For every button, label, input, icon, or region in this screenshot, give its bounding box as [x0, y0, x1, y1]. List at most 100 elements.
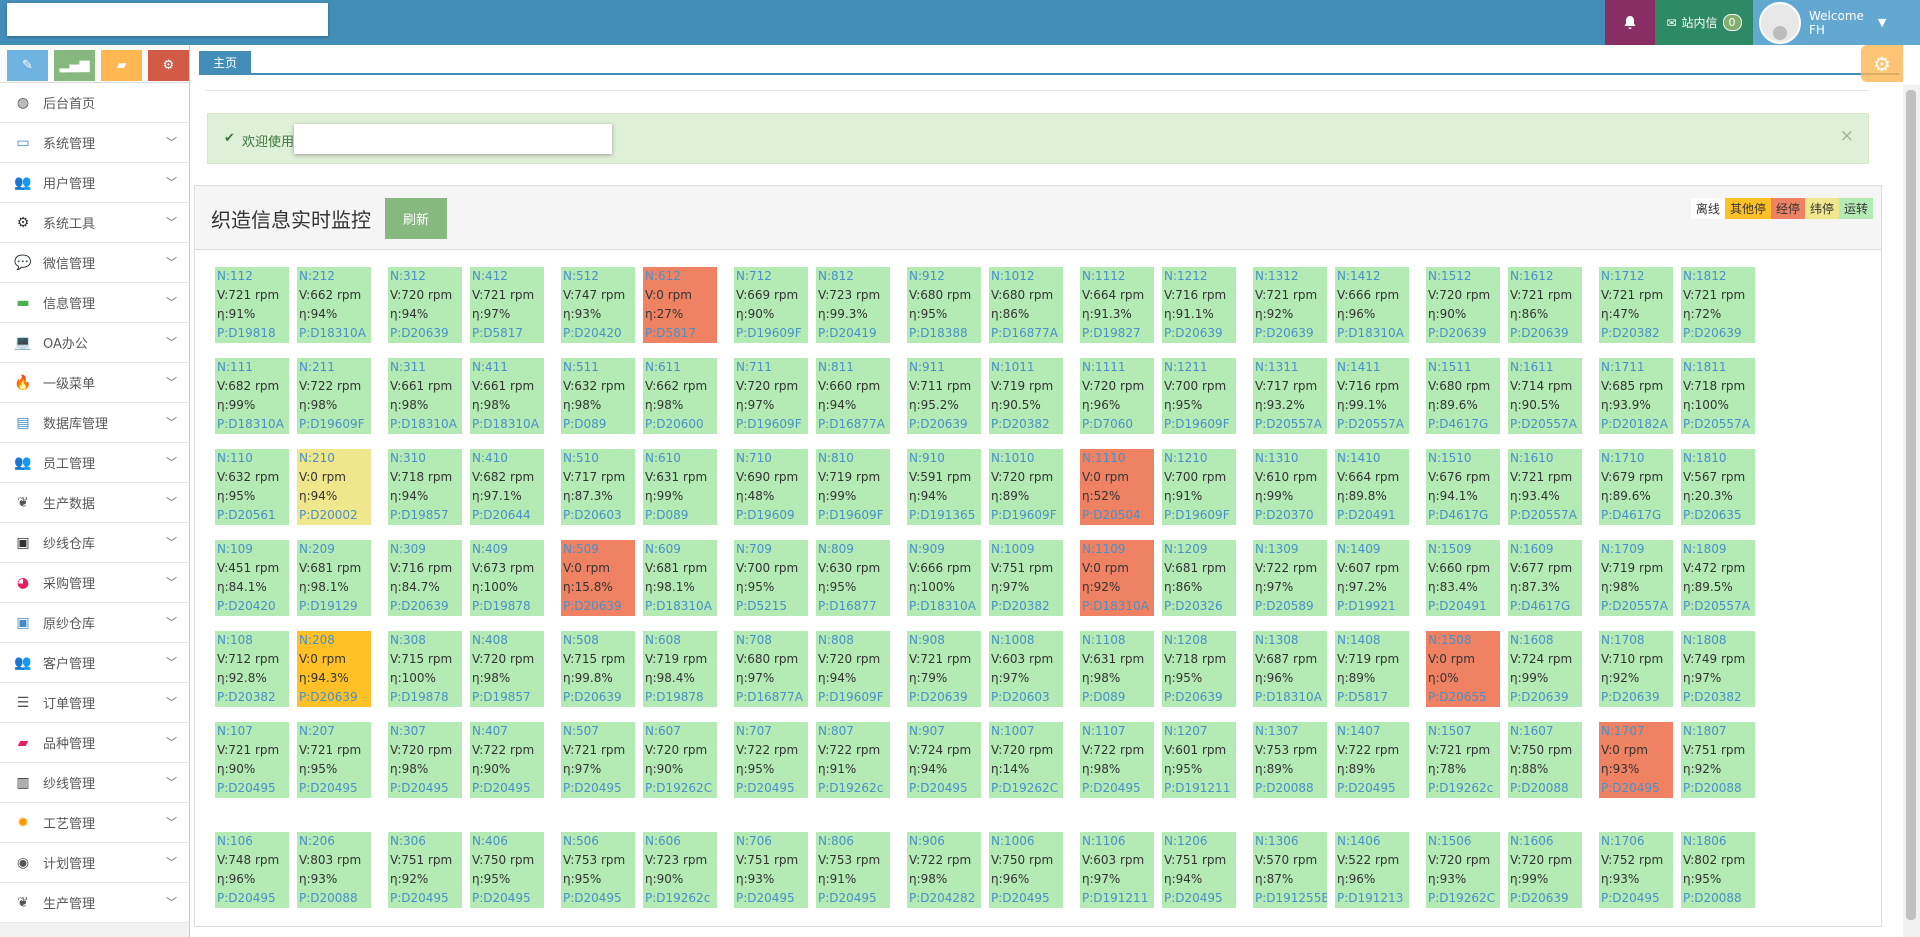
machine-cell[interactable]: N:1709 V:719 rpm η:98% P:D20557A [1599, 540, 1673, 616]
machine-cell[interactable]: N:1806 V:802 rpm η:95% P:D20088 [1681, 832, 1755, 908]
machine-cell[interactable]: N:1512 V:720 rpm η:90% P:D20639 [1426, 267, 1500, 343]
machine-cell[interactable]: N:708 V:680 rpm η:97% P:D16877A [734, 631, 808, 707]
machine-cell[interactable]: N:611 V:662 rpm η:98% P:D20600 [643, 358, 717, 434]
machine-cell[interactable]: N:906 V:722 rpm η:98% P:D204282 [907, 832, 981, 908]
machine-cell[interactable]: N:1708 V:710 rpm η:92% P:D20639 [1599, 631, 1673, 707]
sidebar-item[interactable]: ▬ 信息管理 ﹀ [0, 283, 189, 323]
sidebar-item[interactable]: 👥 员工管理 ﹀ [0, 443, 189, 483]
machine-cell[interactable]: N:1611 V:714 rpm η:90.5% P:D20557A [1508, 358, 1582, 434]
machine-cell[interactable]: N:407 V:722 rpm η:90% P:D20495 [470, 722, 544, 798]
machine-cell[interactable]: N:206 V:803 rpm η:93% P:D20088 [297, 832, 371, 908]
machine-cell[interactable]: N:1507 V:721 rpm η:78% P:D19262c [1426, 722, 1500, 798]
machine-cell[interactable]: N:307 V:720 rpm η:98% P:D20495 [388, 722, 462, 798]
machine-cell[interactable]: N:1109 V:0 rpm η:92% P:D18310A [1080, 540, 1154, 616]
machine-cell[interactable]: N:412 V:721 rpm η:97% P:D5817 [470, 267, 544, 343]
machine-cell[interactable]: N:811 V:660 rpm η:94% P:D16877A [816, 358, 890, 434]
machine-cell[interactable]: N:111 V:682 rpm η:99% P:D18310A [215, 358, 289, 434]
machine-cell[interactable]: N:910 V:591 rpm η:94% P:D191365 [907, 449, 981, 525]
machine-cell[interactable]: N:1009 V:751 rpm η:97% P:D20382 [989, 540, 1063, 616]
tab-home[interactable]: 主页 [199, 51, 251, 73]
machine-cell[interactable]: N:1211 V:700 rpm η:95% P:D19609F [1162, 358, 1236, 434]
machine-cell[interactable]: N:410 V:682 rpm η:97.1% P:D20644 [470, 449, 544, 525]
machine-cell[interactable]: N:508 V:715 rpm η:99.8% P:D20639 [561, 631, 635, 707]
machine-cell[interactable]: N:1506 V:720 rpm η:93% P:D19262C [1426, 832, 1500, 908]
machine-cell[interactable]: N:1807 V:751 rpm η:92% P:D20088 [1681, 722, 1755, 798]
machine-cell[interactable]: N:1410 V:664 rpm η:89.8% P:D20491 [1335, 449, 1409, 525]
scrollbar-thumb[interactable] [1906, 90, 1916, 920]
machine-cell[interactable]: N:709 V:700 rpm η:95% P:D5215 [734, 540, 808, 616]
machine-cell[interactable]: N:812 V:723 rpm η:99.3% P:D20419 [816, 267, 890, 343]
machine-cell[interactable]: N:1408 V:719 rpm η:89% P:D5817 [1335, 631, 1409, 707]
machine-cell[interactable]: N:112 V:721 rpm η:91% P:D19818 [215, 267, 289, 343]
machine-cell[interactable]: N:312 V:720 rpm η:94% P:D20639 [388, 267, 462, 343]
machine-cell[interactable]: N:1606 V:720 rpm η:99% P:D20639 [1508, 832, 1582, 908]
machine-cell[interactable]: N:211 V:722 rpm η:98% P:D19609F [297, 358, 371, 434]
machine-cell[interactable]: N:610 V:631 rpm η:99% P:D089 [643, 449, 717, 525]
machine-cell[interactable]: N:1108 V:631 rpm η:98% P:D089 [1080, 631, 1154, 707]
machine-cell[interactable]: N:308 V:715 rpm η:100% P:D19878 [388, 631, 462, 707]
shortcut-cogs-button[interactable]: ⚙ [148, 50, 189, 81]
machine-cell[interactable]: N:506 V:753 rpm η:95% P:D20495 [561, 832, 635, 908]
machine-cell[interactable]: N:607 V:720 rpm η:90% P:D19262C [643, 722, 717, 798]
machine-cell[interactable]: N:1811 V:718 rpm η:100% P:D20557A [1681, 358, 1755, 434]
sidebar-item[interactable]: ▥ 纱线管理 ﹀ [0, 763, 189, 803]
sidebar-item[interactable]: ▣ 纱线仓库 ﹀ [0, 523, 189, 563]
sidebar-item[interactable]: 👥 客户管理 ﹀ [0, 643, 189, 683]
machine-cell[interactable]: N:1308 V:687 rpm η:96% P:D18310A [1253, 631, 1327, 707]
sidebar-item[interactable]: ⚙ 系统工具 ﹀ [0, 203, 189, 243]
machine-cell[interactable]: N:911 V:711 rpm η:95.2% P:D20639 [907, 358, 981, 434]
machine-cell[interactable]: N:712 V:669 rpm η:90% P:D19609F [734, 267, 808, 343]
messages-button[interactable]: ✉ 站内信 0 [1655, 0, 1753, 45]
machine-cell[interactable]: N:1112 V:664 rpm η:91.3% P:D19827 [1080, 267, 1154, 343]
machine-cell[interactable]: N:1309 V:722 rpm η:97% P:D20589 [1253, 540, 1327, 616]
machine-cell[interactable]: N:110 V:632 rpm η:95% P:D20561 [215, 449, 289, 525]
machine-cell[interactable]: N:406 V:750 rpm η:95% P:D20495 [470, 832, 544, 908]
machine-cell[interactable]: N:1111 V:720 rpm η:96% P:D7060 [1080, 358, 1154, 434]
machine-cell[interactable]: N:608 V:719 rpm η:98.4% P:D19878 [643, 631, 717, 707]
machine-cell[interactable]: N:1812 V:721 rpm η:72% P:D20639 [1681, 267, 1755, 343]
machine-cell[interactable]: N:512 V:747 rpm η:93% P:D20420 [561, 267, 635, 343]
machine-cell[interactable]: N:1008 V:603 rpm η:97% P:D20603 [989, 631, 1063, 707]
machine-cell[interactable]: N:707 V:722 rpm η:95% P:D20495 [734, 722, 808, 798]
machine-cell[interactable]: N:1711 V:685 rpm η:93.9% P:D20182A [1599, 358, 1673, 434]
machine-cell[interactable]: N:807 V:722 rpm η:91% P:D19262c [816, 722, 890, 798]
machine-cell[interactable]: N:411 V:661 rpm η:98% P:D18310A [470, 358, 544, 434]
sidebar-item[interactable]: ❦ 生产管理 ﹀ [0, 883, 189, 923]
machine-cell[interactable]: N:1011 V:719 rpm η:90.5% P:D20382 [989, 358, 1063, 434]
sidebar-item[interactable]: 💬 微信管理 ﹀ [0, 243, 189, 283]
machine-cell[interactable]: N:507 V:721 rpm η:97% P:D20495 [561, 722, 635, 798]
machine-cell[interactable]: N:1306 V:570 rpm η:87% P:D191255B [1253, 832, 1327, 908]
sidebar-item[interactable]: 🔥 一级菜单 ﹀ [0, 363, 189, 403]
machine-cell[interactable]: N:908 V:721 rpm η:79% P:D20639 [907, 631, 981, 707]
sidebar-item[interactable]: 💻 OA办公 ﹀ [0, 323, 189, 363]
machine-cell[interactable]: N:1110 V:0 rpm η:52% P:D20504 [1080, 449, 1154, 525]
machine-cell[interactable]: N:808 V:720 rpm η:94% P:D19609F [816, 631, 890, 707]
sidebar-item[interactable]: ✹ 工艺管理 ﹀ [0, 803, 189, 843]
shortcut-pencil-button[interactable]: ✎ [7, 50, 48, 81]
machine-cell[interactable]: N:606 V:723 rpm η:90% P:D19262c [643, 832, 717, 908]
machine-cell[interactable]: N:511 V:632 rpm η:98% P:D089 [561, 358, 635, 434]
machine-cell[interactable]: N:1509 V:660 rpm η:83.4% P:D20491 [1426, 540, 1500, 616]
sidebar-item[interactable]: 👥 用户管理 ﹀ [0, 163, 189, 203]
machine-cell[interactable]: N:1210 V:700 rpm η:91% P:D19609F [1162, 449, 1236, 525]
machine-cell[interactable]: N:1307 V:753 rpm η:89% P:D20088 [1253, 722, 1327, 798]
shortcut-signal-button[interactable]: ▂▄▆ [54, 50, 95, 81]
machine-cell[interactable]: N:212 V:662 rpm η:94% P:D18310A [297, 267, 371, 343]
machine-cell[interactable]: N:310 V:718 rpm η:94% P:D19857 [388, 449, 462, 525]
machine-cell[interactable]: N:1406 V:522 rpm η:96% P:D191213 [1335, 832, 1409, 908]
sidebar-item[interactable]: ◉ 计划管理 ﹀ [0, 843, 189, 883]
machine-cell[interactable]: N:1607 V:750 rpm η:88% P:D20088 [1508, 722, 1582, 798]
settings-gear-button[interactable]: ⚙ [1861, 45, 1903, 82]
machine-cell[interactable]: N:710 V:690 rpm η:48% P:D19609 [734, 449, 808, 525]
machine-cell[interactable]: N:1006 V:750 rpm η:96% P:D20495 [989, 832, 1063, 908]
machine-cell[interactable]: N:1207 V:601 rpm η:95% P:D191211 [1162, 722, 1236, 798]
machine-cell[interactable]: N:1612 V:721 rpm η:86% P:D20639 [1508, 267, 1582, 343]
machine-cell[interactable]: N:809 V:630 rpm η:95% P:D16877 [816, 540, 890, 616]
close-icon[interactable]: × [1840, 126, 1854, 146]
machine-cell[interactable]: N:810 V:719 rpm η:99% P:D19609F [816, 449, 890, 525]
machine-cell[interactable]: N:1710 V:679 rpm η:89.6% P:D4617G [1599, 449, 1673, 525]
machine-cell[interactable]: N:107 V:721 rpm η:90% P:D20495 [215, 722, 289, 798]
machine-cell[interactable]: N:1209 V:681 rpm η:86% P:D20326 [1162, 540, 1236, 616]
machine-cell[interactable]: N:609 V:681 rpm η:98.1% P:D18310A [643, 540, 717, 616]
machine-cell[interactable]: N:711 V:720 rpm η:97% P:D19609F [734, 358, 808, 434]
